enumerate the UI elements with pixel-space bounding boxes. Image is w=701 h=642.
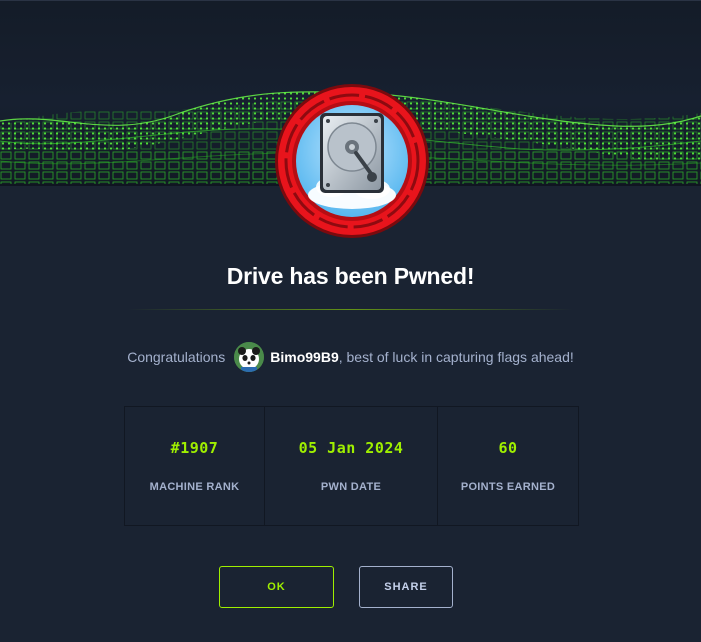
pwned-modal: Drive has been Pwned! Congratulations Bi… — [0, 0, 701, 642]
stat-label: MACHINE RANK — [149, 481, 240, 493]
page-title: Drive has been Pwned! — [226, 263, 475, 289]
congratulations-message: Congratulations Bimo99B9 , best of luck … — [0, 341, 701, 373]
stat-value: #1907 — [170, 439, 219, 457]
stats-panel: #1907 MACHINE RANK 05 Jan 2024 PWN DATE … — [124, 406, 579, 526]
share-button[interactable]: SHARE — [359, 566, 453, 608]
congrats-prefix: Congratulations — [127, 349, 226, 365]
stat-label: POINTS EARNED — [460, 481, 556, 493]
stat-label: PWN DATE — [320, 481, 382, 493]
panda-avatar-icon — [234, 342, 265, 372]
stat-value: 60 — [498, 439, 518, 457]
machine-badge — [272, 83, 432, 243]
stat-points-earned: 60 POINTS EARNED — [438, 407, 578, 525]
avatar — [234, 342, 265, 372]
stat-pwn-date: 05 Jan 2024 PWN DATE — [265, 407, 438, 525]
hard-drive-icon — [275, 84, 429, 238]
title-divider — [128, 309, 573, 310]
username[interactable]: Bimo99B9 — [270, 349, 338, 365]
congrats-suffix: , best of luck in capturing flags ahead! — [338, 349, 574, 365]
stat-value: 05 Jan 2024 — [298, 439, 404, 457]
ok-button[interactable]: OK — [219, 566, 334, 608]
stat-machine-rank: #1907 MACHINE RANK — [125, 407, 265, 525]
